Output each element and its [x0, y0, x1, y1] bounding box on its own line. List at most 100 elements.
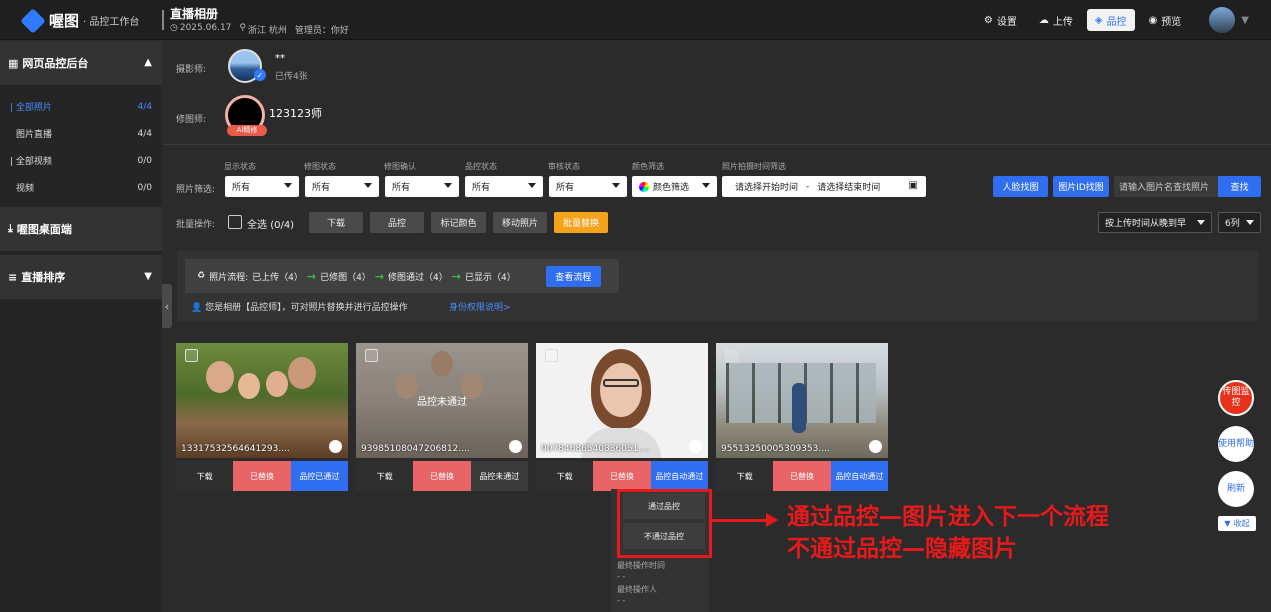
chevron-down-icon[interactable]: ▼ — [1241, 15, 1249, 26]
photo-checkbox[interactable] — [365, 349, 378, 362]
divider — [162, 10, 164, 30]
collapse-button[interactable]: ▼ 收起 — [1218, 516, 1256, 531]
qc-button[interactable]: ◈ 品控 — [1086, 9, 1135, 31]
qc-status-button[interactable]: 品控自动通过 — [650, 461, 708, 491]
cloud-upload-icon: ☁ — [1038, 14, 1049, 26]
sidebar-group-web-qc[interactable]: ▦ 网页品控后台 ▲ — [0, 41, 162, 85]
select-value: 所有 — [232, 183, 251, 193]
verified-icon: ✓ — [254, 69, 266, 81]
qc-status-select[interactable]: 所有 — [465, 176, 543, 197]
chevron-down-icon — [1197, 220, 1205, 225]
photo-card[interactable]: 95513250005309353.... 下载 已替换 品控自动通过 — [716, 343, 888, 491]
chevron-up-icon: ▲ — [144, 57, 152, 68]
batch-qc-button[interactable]: 品控 — [370, 212, 424, 233]
flow-prefix: 照片流程: — [209, 272, 249, 283]
recycle-icon: ♻ — [197, 271, 206, 281]
logo-icon — [20, 7, 46, 34]
photo-card[interactable]: 品控未通过 93985108047206812.... 下载 已替换 品控未通过 — [356, 343, 528, 491]
chevron-down-icon — [364, 183, 372, 188]
sidebar-item-photo-live[interactable]: 图片直播 4/4 — [0, 120, 162, 147]
last-op-user-value: - - — [617, 596, 626, 605]
replaced-button[interactable]: 已替换 — [593, 461, 651, 491]
filter-head-retouch: 修图状态 — [304, 162, 336, 171]
photo-card[interactable]: 13317532564641293.... 下载 已替换 品控已通过 — [176, 343, 348, 491]
chevron-down-icon — [528, 183, 536, 188]
qc-status-button[interactable]: 品控自动通过 — [830, 461, 888, 491]
logo[interactable]: 喔图 · 品控工作台 — [20, 7, 139, 34]
review-status-select[interactable]: 所有 — [549, 176, 627, 197]
photo-radio[interactable] — [509, 440, 522, 453]
photo-radio[interactable] — [329, 440, 342, 453]
view-flow-button[interactable]: 查看流程 — [545, 265, 601, 287]
photo-card[interactable]: 90784686540836051.... 下载 已替换 品控自动通过 — [536, 343, 708, 491]
last-op-time-value: - - — [617, 572, 626, 581]
filter-head-qc: 品控状态 — [465, 162, 497, 171]
select-all-checkbox[interactable] — [228, 215, 242, 229]
photo-radio[interactable] — [869, 440, 882, 453]
download-button[interactable]: 下载 — [356, 461, 414, 491]
retouch-confirm-select[interactable]: 所有 — [385, 176, 459, 197]
settings-button[interactable]: ⚙ 设置 — [976, 9, 1025, 31]
face-search-button[interactable]: 人脸找图 — [993, 176, 1048, 197]
select-all-label: 全选 (0/4) — [247, 220, 295, 231]
photo-checkbox[interactable] — [545, 349, 558, 362]
location-icon: ⚲ — [239, 23, 246, 33]
time-range-picker[interactable]: 请选择开始时间 - 请选择结束时间 ▣ — [722, 176, 926, 197]
photo-id: 13317532564641293.... — [181, 444, 290, 454]
upload-monitor-button[interactable]: 传图监控 — [1218, 380, 1254, 416]
filter-head-display: 显示状态 — [224, 162, 256, 171]
photo-radio[interactable] — [689, 440, 702, 453]
album-meta: ◷ 2025.06.17 ⚲ 浙江 杭州 管理员：你好 — [170, 23, 349, 36]
photo-thumbnail[interactable]: 95513250005309353.... — [716, 343, 888, 458]
search-button[interactable]: 查找 — [1218, 176, 1261, 197]
annotation-line-1: 通过品控—图片进入下一个流程 — [787, 504, 1109, 530]
user-avatar[interactable] — [1209, 7, 1236, 33]
sidebar-group-live-sort[interactable]: ≡ 直播排序 ▼ — [0, 255, 162, 299]
arrow-right-icon: → — [306, 269, 317, 283]
download-icon: ⤓ — [8, 222, 13, 235]
refresh-button[interactable]: 刷新 — [1218, 471, 1254, 507]
batch-replace-button[interactable]: 批量替换 — [554, 212, 608, 233]
photo-thumbnail[interactable]: 90784686540836051.... — [536, 343, 708, 458]
photo-id: 90784686540836051.... — [541, 444, 650, 454]
upload-button[interactable]: ☁ 上传 — [1031, 9, 1081, 31]
photo-checkbox[interactable] — [185, 349, 198, 362]
permission-link[interactable]: 身份权限说明> — [449, 300, 511, 313]
qc-status-button[interactable]: 品控未通过 — [470, 461, 528, 491]
id-search-button[interactable]: 图片ID找图 — [1053, 176, 1109, 197]
download-button[interactable]: 下载 — [716, 461, 774, 491]
preview-button[interactable]: ◉ 预览 — [1141, 9, 1190, 31]
sidebar-group-desktop[interactable]: ⤓ 喔图桌面端 — [0, 207, 162, 251]
download-button[interactable]: 下载 — [176, 461, 234, 491]
sort-icon: ≡ — [8, 270, 18, 284]
mark-color-button[interactable]: 标记颜色 — [431, 212, 486, 233]
top-bar: 喔图 · 品控工作台 直播相册 ◷ 2025.06.17 ⚲ 浙江 杭州 管理员：你… — [0, 0, 1271, 40]
sidebar-item-videos[interactable]: 视频 0/0 — [0, 174, 162, 201]
display-status-select[interactable]: 所有 — [225, 176, 299, 197]
help-button[interactable]: 使用帮助 — [1218, 426, 1254, 462]
filename-search-input[interactable]: 请输入图片名查找照片 — [1114, 176, 1218, 197]
last-op-user-label: 最终操作人 — [617, 585, 657, 594]
replaced-button[interactable]: 已替换 — [233, 461, 291, 491]
sidebar-item-all-photos[interactable]: | 全部照片 4/4 — [0, 93, 162, 120]
sidebar-group-label: 喔图桌面端 — [16, 223, 72, 236]
chevron-down-icon — [284, 183, 292, 188]
calendar-icon: ▣ — [908, 180, 918, 191]
replaced-button[interactable]: 已替换 — [773, 461, 831, 491]
color-filter-select[interactable]: 颜色筛选 — [632, 176, 717, 197]
qc-status-button[interactable]: 品控已通过 — [290, 461, 348, 491]
sidebar-item-all-videos[interactable]: | 全部视频 0/0 — [0, 147, 162, 174]
photo-thumbnail[interactable]: 13317532564641293.... — [176, 343, 348, 458]
logo-name: 喔图 — [49, 12, 80, 30]
chevron-down-icon: ▼ — [144, 271, 152, 282]
move-photos-button[interactable]: 移动照片 — [493, 212, 547, 233]
replaced-button[interactable]: 已替换 — [413, 461, 471, 491]
annotation-highlight-box — [617, 489, 712, 558]
batch-download-button[interactable]: 下载 — [309, 212, 363, 233]
retouch-status-select[interactable]: 所有 — [305, 176, 379, 197]
photo-thumbnail[interactable]: 品控未通过 93985108047206812.... — [356, 343, 528, 458]
download-button[interactable]: 下载 — [536, 461, 594, 491]
columns-select[interactable]: 6列 — [1218, 212, 1261, 233]
sort-select[interactable]: 按上传时间从晚到早 — [1098, 212, 1212, 233]
photo-checkbox[interactable] — [725, 349, 738, 362]
